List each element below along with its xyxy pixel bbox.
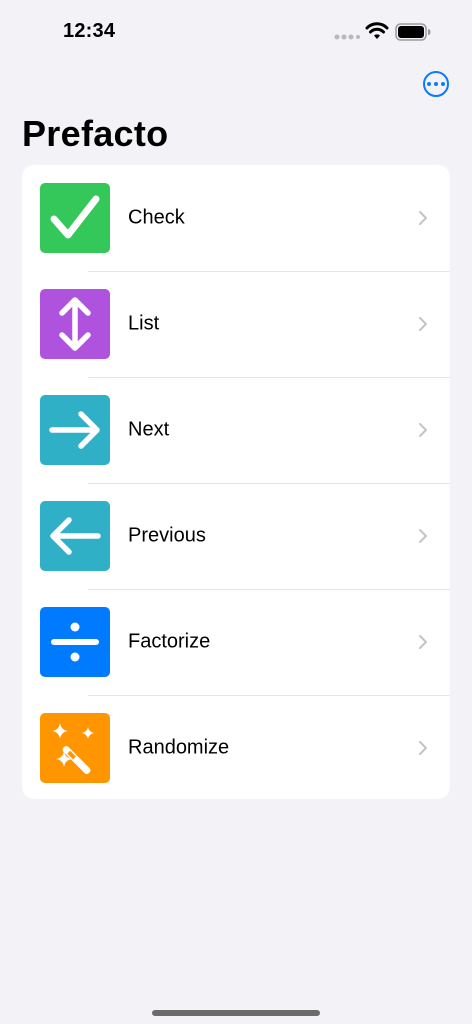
row-icon-tile xyxy=(40,395,110,465)
menu-item-label: Next xyxy=(128,418,170,441)
menu-item-previous[interactable]: Previous xyxy=(22,483,450,589)
page-title: Prefacto xyxy=(22,113,169,154)
battery-icon xyxy=(395,23,431,41)
ellipsis-circle-icon xyxy=(427,82,431,86)
chevron-right-icon xyxy=(419,423,427,437)
menu-item-label: Factorize xyxy=(128,630,211,653)
divide-icon xyxy=(51,622,99,662)
row-icon-tile xyxy=(40,607,110,677)
row-icon-tile xyxy=(40,501,110,571)
status-time: 12:34 xyxy=(63,20,116,42)
arrow-right-icon xyxy=(49,411,100,449)
menu-item-label: Check xyxy=(128,206,185,229)
status-bar: 12:34 xyxy=(0,0,472,60)
chevron-right-icon xyxy=(419,635,427,649)
menu-item-label: Randomize xyxy=(128,736,230,759)
menu-item-label: List xyxy=(128,312,160,335)
checkmark-icon xyxy=(50,195,100,239)
menu-item-factorize[interactable]: Factorize xyxy=(22,589,450,695)
row-icon-tile xyxy=(40,289,110,359)
chevron-right-icon xyxy=(419,529,427,543)
more-options-button[interactable] xyxy=(423,71,449,97)
menu-item-next[interactable]: Next xyxy=(22,377,450,483)
magic-wand-icon xyxy=(52,723,94,774)
arrow-up-down-icon xyxy=(59,297,91,351)
row-icon-tile xyxy=(40,183,110,253)
menu-list: Check List Next Previous Factorize Rando… xyxy=(22,165,450,799)
home-indicator[interactable] xyxy=(152,1010,320,1016)
menu-item-label: Previous xyxy=(128,524,206,547)
chevron-right-icon xyxy=(419,317,427,331)
chevron-right-icon xyxy=(419,211,427,225)
menu-item-check[interactable]: Check xyxy=(22,165,450,271)
signal-icon xyxy=(334,34,360,40)
chevron-right-icon xyxy=(419,741,427,755)
ellipsis-dot xyxy=(441,82,445,86)
ellipsis-dot xyxy=(434,82,438,86)
menu-item-randomize[interactable]: Randomize xyxy=(22,695,450,799)
screen: 12:34 Prefacto Check List Next Previous … xyxy=(0,0,472,1024)
row-icon-tile xyxy=(40,713,110,783)
wifi-icon xyxy=(365,22,389,39)
menu-item-list[interactable]: List xyxy=(22,271,450,377)
arrow-left-icon xyxy=(50,517,101,555)
